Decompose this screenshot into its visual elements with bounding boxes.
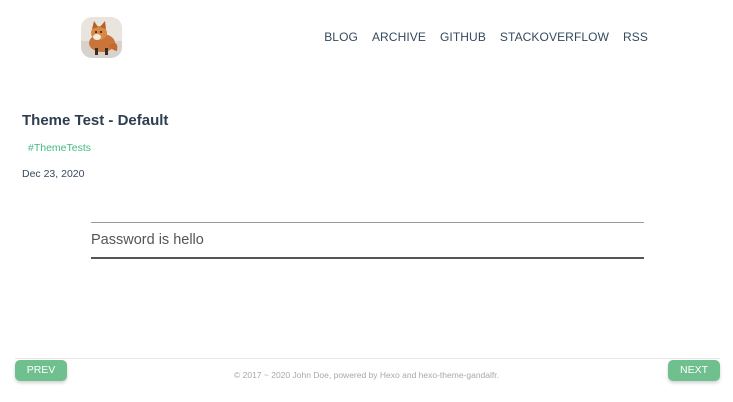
nav-item-archive[interactable]: ARCHIVE [372, 30, 426, 44]
footer-divider [15, 358, 720, 359]
fox-avatar-icon [81, 17, 122, 58]
nav-item-blog[interactable]: BLOG [324, 30, 358, 44]
next-button[interactable]: NEXT [668, 360, 720, 381]
main-nav: BLOG ARCHIVE GITHUB STACKOVERFLOW RSS [324, 30, 648, 44]
nav-item-github[interactable]: GITHUB [440, 30, 486, 44]
post-tag-link[interactable]: #ThemeTests [28, 142, 91, 154]
copyright-text: © 2017 ~ 2020 John Doe, powered by Hexo … [234, 370, 499, 380]
password-box [91, 222, 644, 259]
post-date: Dec 23, 2020 [22, 168, 85, 180]
nav-item-stackoverflow[interactable]: STACKOVERFLOW [500, 30, 609, 44]
nav-item-rss[interactable]: RSS [623, 30, 648, 44]
password-input[interactable] [91, 223, 644, 257]
post-title: Theme Test - Default [22, 112, 169, 129]
page: BLOG ARCHIVE GITHUB STACKOVERFLOW RSS Th… [0, 0, 733, 402]
avatar[interactable] [81, 17, 122, 58]
